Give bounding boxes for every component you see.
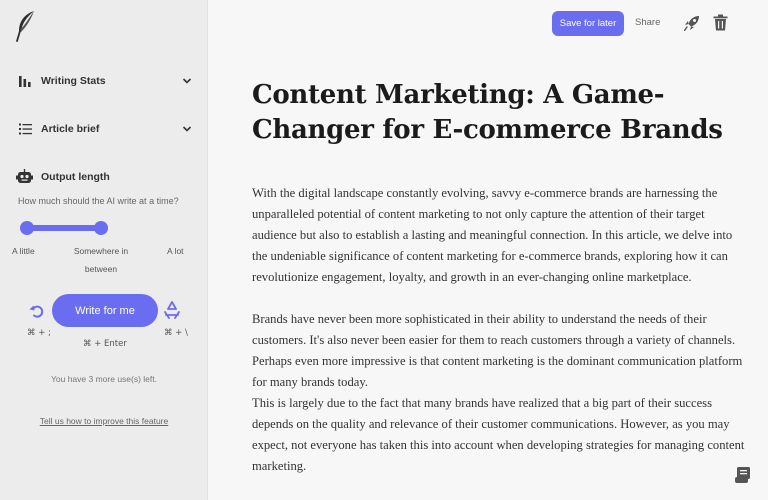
slider-label-mid: Somewhere in between (73, 246, 129, 274)
bar-chart-icon (18, 74, 32, 88)
undo-shortcut: ⌘ + ; (27, 328, 51, 338)
slider-label-high: A lot (167, 246, 184, 256)
article-title[interactable]: Content Marketing: A Game-Changer for E-… (252, 78, 747, 148)
scroll-icon[interactable] (734, 466, 752, 484)
redo-shortcut: ⌘ + \ (164, 328, 188, 338)
write-for-me-button[interactable]: Write for me (52, 294, 158, 327)
share-button[interactable]: Share (635, 17, 660, 28)
trash-icon[interactable] (713, 14, 728, 31)
slider-label-low: A little (12, 246, 35, 256)
article: Content Marketing: A Game-Changer for E-… (252, 78, 747, 477)
slider-track[interactable] (26, 225, 100, 231)
improve-feature-link[interactable]: Tell us how to improve this feature (0, 416, 208, 426)
output-length-slider[interactable] (20, 221, 108, 235)
sidebar: Writing Stats Article brief Output lengt… (0, 0, 208, 500)
article-paragraph[interactable]: This is largely due to the fact that man… (252, 393, 747, 477)
article-paragraph[interactable]: Brands have never been more sophisticate… (252, 309, 747, 393)
save-for-later-button[interactable]: Save for later (552, 11, 624, 36)
robot-icon (16, 169, 33, 183)
article-brief-section[interactable]: Article brief (18, 120, 192, 138)
list-icon (18, 122, 32, 136)
uses-left-text: You have 3 more use(s) left. (51, 374, 157, 384)
output-length-question: How much should the AI write at a time? (18, 196, 179, 206)
undo-icon[interactable] (29, 303, 45, 319)
writing-stats-section[interactable]: Writing Stats (18, 72, 192, 90)
article-brief-label: Article brief (41, 123, 100, 135)
chevron-down-icon[interactable] (182, 76, 192, 86)
feather-icon[interactable] (14, 10, 36, 42)
slider-start-knob[interactable] (20, 221, 34, 235)
slider-handle[interactable] (94, 221, 108, 235)
output-length-section: Output length (16, 169, 110, 184)
output-length-label: Output length (41, 170, 110, 183)
article-paragraph[interactable]: With the digital landscape constantly ev… (252, 183, 747, 288)
write-shortcut: ⌘ + Enter (83, 339, 127, 349)
recycle-icon[interactable] (163, 301, 181, 319)
rocket-icon[interactable] (684, 15, 700, 31)
writing-stats-label: Writing Stats (41, 75, 106, 87)
chevron-down-icon[interactable] (182, 124, 192, 134)
